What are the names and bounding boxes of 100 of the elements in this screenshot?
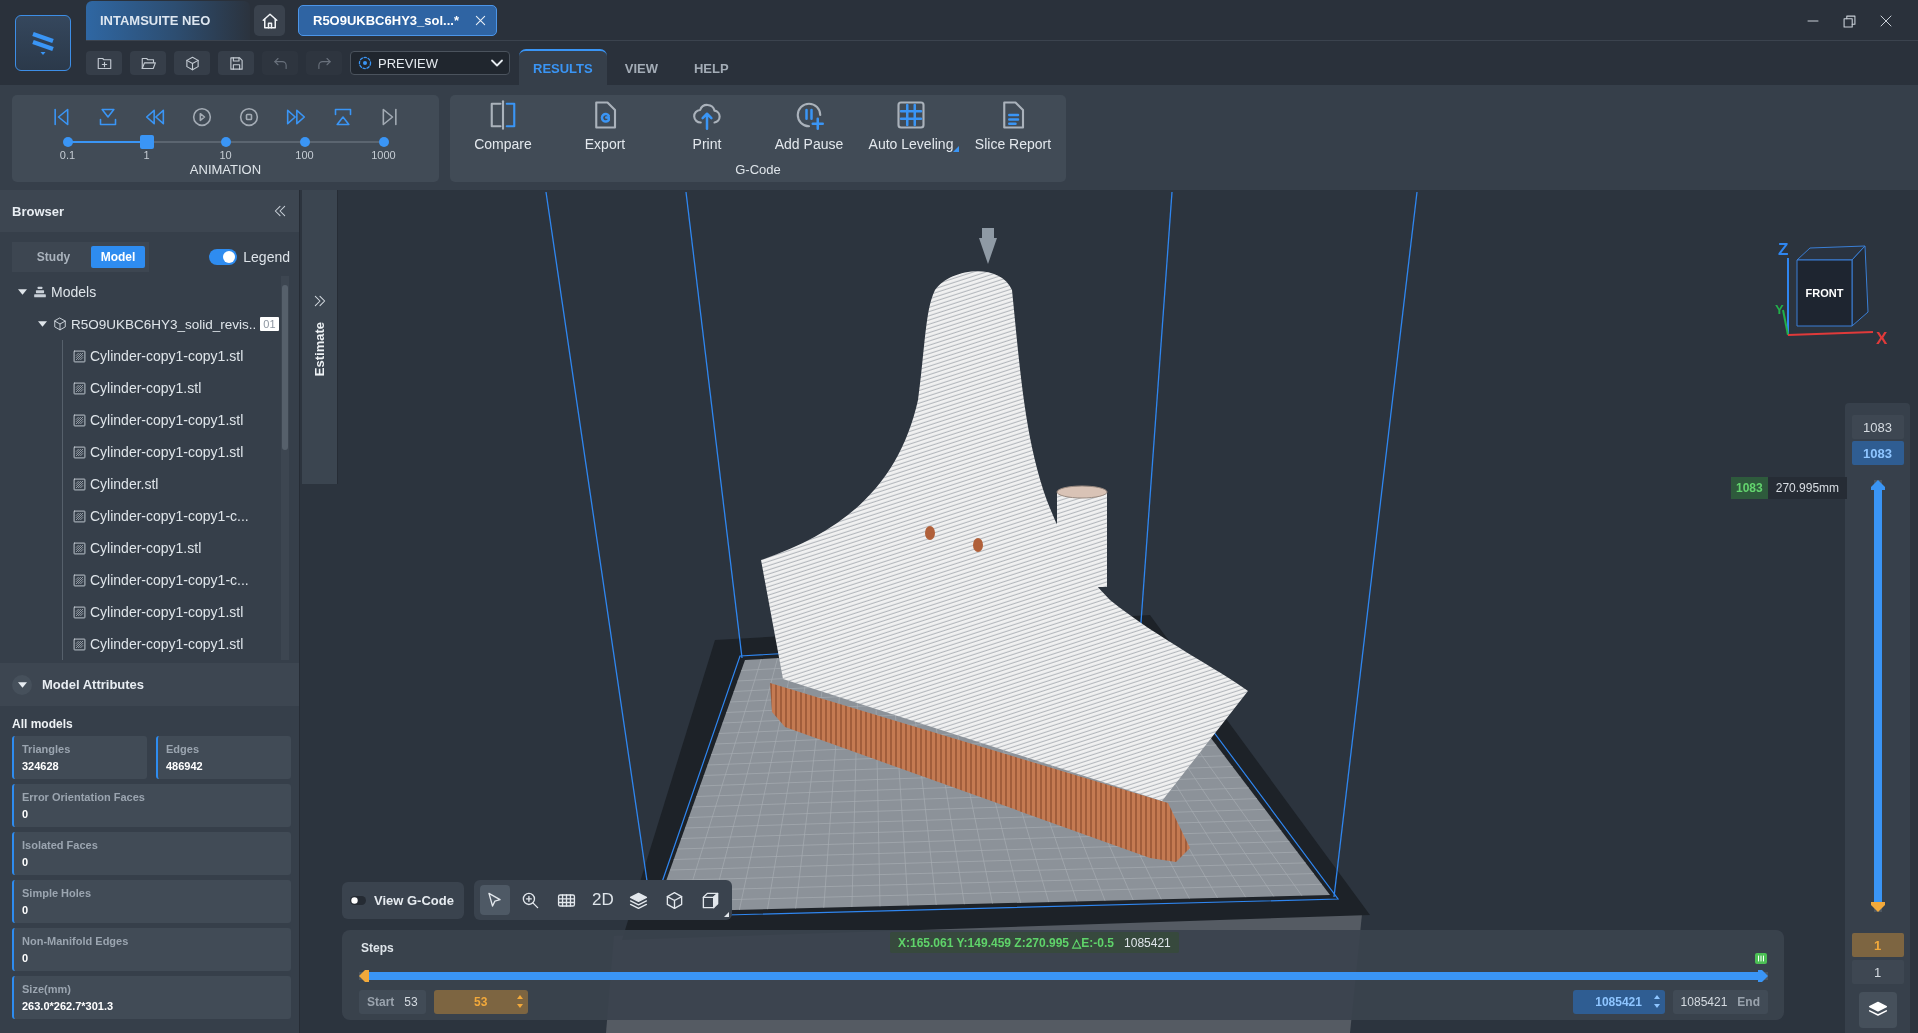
panel-title[interactable]: Estimate (312, 322, 327, 377)
triangle-up-icon[interactable] (333, 107, 353, 127)
hole-mark (925, 526, 935, 540)
attribute-value: 0 (22, 952, 29, 964)
tree-item[interactable]: Models (33, 284, 97, 300)
steps-slider-track[interactable] (359, 970, 1768, 982)
chevron-down-icon (491, 59, 503, 67)
slider-thumb[interactable] (1870, 902, 1885, 912)
layers-icon (629, 890, 649, 910)
slider-thumb[interactable] (359, 970, 369, 982)
open-project-button[interactable] (130, 51, 166, 75)
document-tab[interactable]: R5O9UKBC6HY3_sol...* (298, 5, 497, 36)
slider-thumb[interactable] (1758, 970, 1768, 982)
layer-max-value: 1083 (1851, 415, 1904, 439)
slider-thumb[interactable] (139, 135, 154, 149)
new-project-button[interactable] (86, 51, 122, 75)
tree-item[interactable]: Cylinder-copy1-copy1-c... (73, 572, 249, 588)
select-tool-button[interactable] (479, 885, 510, 915)
folder-icon (140, 55, 156, 71)
tree-item[interactable]: Cylinder.stl (73, 476, 159, 492)
restore-icon[interactable] (1843, 14, 1856, 28)
mesh-icon (73, 573, 86, 587)
tree-item[interactable]: R5O9UKBC6HY3_solid_revis.. (53, 316, 257, 332)
2d-view-button[interactable]: 2D (587, 885, 618, 915)
app-name-banner: INTAMSUITE NEO (86, 1, 250, 40)
scrollbar-thumb[interactable] (282, 285, 288, 450)
start-value: 53 (404, 995, 418, 1009)
ribbon-tab[interactable]: HELP (675, 49, 747, 85)
fast-forward-icon[interactable] (286, 107, 306, 127)
view-gcode-switch[interactable]: View G-Code (342, 881, 464, 919)
triangle-down-icon[interactable] (98, 107, 118, 127)
close-icon[interactable] (1880, 15, 1892, 27)
logo-icon (29, 30, 57, 56)
spinner-icon[interactable] (516, 995, 523, 1008)
caret-icon[interactable] (37, 321, 47, 327)
skip-back-icon[interactable] (51, 107, 71, 127)
mesh-icon (73, 605, 86, 619)
mesh-icon (73, 381, 86, 395)
grid-icon (896, 100, 926, 130)
undo-icon (272, 55, 288, 71)
view-cube[interactable] (1796, 245, 1869, 327)
slider-stop-icon (299, 137, 310, 147)
axis-label: Y (1775, 302, 1784, 317)
attribute-label: Error Orientation Faces (22, 791, 145, 803)
import-model-button[interactable] (174, 51, 210, 75)
attribute-value: 486942 (166, 760, 203, 772)
end-label: End (1737, 995, 1760, 1009)
home-button[interactable] (254, 5, 285, 36)
panel-title: Browser (12, 203, 65, 219)
attribute-label: Triangles (22, 743, 71, 755)
tree-item[interactable]: Cylinder-copy1-copy1.stl (73, 348, 244, 364)
legend-toggle[interactable] (209, 249, 238, 265)
corner-triangle-icon (723, 912, 729, 917)
print-button[interactable]: Print (657, 100, 757, 154)
spinner-icon[interactable] (1653, 995, 1660, 1008)
layer-slider-track[interactable] (1870, 480, 1885, 912)
export-button[interactable]: Export (555, 100, 655, 154)
expand-icon[interactable] (312, 294, 327, 308)
group-label: ANIMATION (189, 162, 262, 178)
y-axis (1782, 309, 1789, 336)
auto-leveling-button[interactable]: Auto Leveling (861, 100, 961, 154)
group-label: G-Code (735, 162, 781, 178)
slider-stop-icon (378, 137, 389, 147)
mesh-icon (73, 349, 86, 363)
tree-item[interactable]: Cylinder-copy1-copy1.stl (73, 444, 244, 460)
tree-item[interactable]: Cylinder-copy1-copy1.stl (73, 604, 244, 620)
caret-icon[interactable] (17, 289, 27, 295)
segment-tab[interactable]: Study (16, 246, 91, 268)
step-number: 1085421 (1124, 935, 1171, 950)
collapse-icon[interactable] (273, 204, 287, 218)
tree-item[interactable]: Cylinder-copy1-copy1.stl (73, 412, 244, 428)
axis-label: X (1876, 329, 1888, 348)
mode-dropdown[interactable]: PREVIEW (350, 51, 510, 75)
slider-thumb[interactable] (1870, 480, 1885, 490)
tree-item[interactable]: Cylinder-copy1.stl (73, 540, 202, 556)
tree-item[interactable]: Cylinder-copy1-copy1-c... (73, 508, 249, 524)
tick-label: 0.1 (58, 149, 77, 162)
app-menu-button[interactable] (15, 15, 71, 71)
mesh-icon (73, 445, 86, 459)
tree-item[interactable]: Cylinder-copy1.stl (73, 380, 202, 396)
home-icon (260, 11, 279, 30)
caret-icon (17, 681, 27, 688)
tree-item[interactable]: Cylinder-copy1-copy1.stl (73, 636, 244, 652)
layers-button[interactable] (1858, 992, 1897, 1028)
wireframe-cube-icon (665, 890, 685, 910)
upper-layer-field[interactable]: 1083 (1851, 441, 1904, 465)
legend-label: Legend (243, 249, 290, 265)
end-step-field[interactable]: 1085421 (1572, 990, 1665, 1014)
rewind-icon[interactable] (145, 107, 165, 127)
ribbon-tab[interactable]: VIEW (606, 49, 676, 85)
pause-plus-icon (794, 100, 824, 130)
add-pause-button[interactable]: Add Pause (759, 100, 859, 154)
save-button[interactable] (218, 51, 254, 75)
collapse-toggle[interactable] (12, 674, 32, 695)
mesh-icon (73, 541, 86, 555)
attribute-label: Simple Holes (22, 887, 92, 899)
attribute-value: 0 (22, 856, 29, 868)
compare-button[interactable]: Compare (453, 100, 553, 154)
slice-report-button[interactable]: Slice Report (963, 100, 1063, 154)
attribute-label: Isolated Faces (22, 839, 98, 851)
